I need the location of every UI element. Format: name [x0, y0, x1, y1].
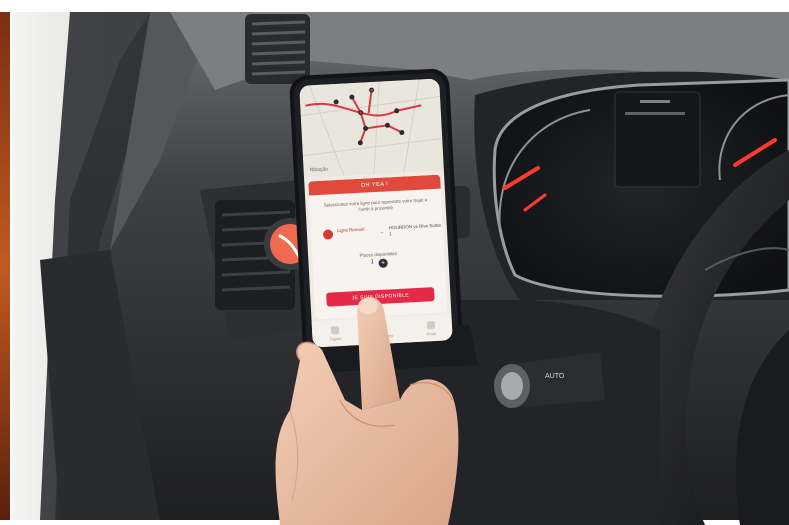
route-map[interactable]: Ribação [299, 78, 444, 178]
line-selector[interactable]: Ligne Renault → HOURDON vs Rive Sortie 1 [311, 219, 444, 248]
user-icon [426, 320, 435, 329]
map-place-label: Ribação [309, 166, 329, 174]
pin-icon [379, 323, 388, 332]
tab-label: Profil [426, 330, 436, 337]
left-edge-strip [0, 12, 10, 520]
destination-label: HOURDON vs Rive Sortie 1 [388, 222, 442, 236]
tab-trajets[interactable]: Trajets [329, 325, 342, 342]
tab-label: Les Points [374, 332, 394, 339]
arrow-right-icon: → [378, 229, 385, 236]
line-icon [322, 229, 334, 240]
availability-panel: OH YEA ! Seleccionez votre ligne pour re… [308, 174, 448, 320]
line-name: Ligne Renault [336, 226, 365, 234]
top-air-vent [245, 14, 310, 84]
center-display [614, 91, 701, 188]
car-interior-scene: AUTO Ribação OH YEA ! Seleccionez votre … [0, 0, 789, 525]
tab-label: Trajets [329, 335, 342, 342]
route-icon [330, 325, 339, 335]
svg-text:AUTO: AUTO [545, 373, 565, 380]
available-button[interactable]: JE SUIS DISPONIBLE [326, 287, 435, 307]
phone-screen: Ribação OH YEA ! Seleccionez votre ligne… [299, 78, 453, 348]
plus-icon[interactable]: + [378, 258, 388, 268]
places-count: 1 [370, 259, 375, 266]
panel-instructions: Seleccionez votre ligne pour reprendre v… [323, 197, 428, 212]
panel-header: OH YEA ! [308, 174, 441, 196]
tab-profil[interactable]: Profil [426, 320, 436, 337]
tab-points[interactable]: Les Points [374, 323, 393, 339]
